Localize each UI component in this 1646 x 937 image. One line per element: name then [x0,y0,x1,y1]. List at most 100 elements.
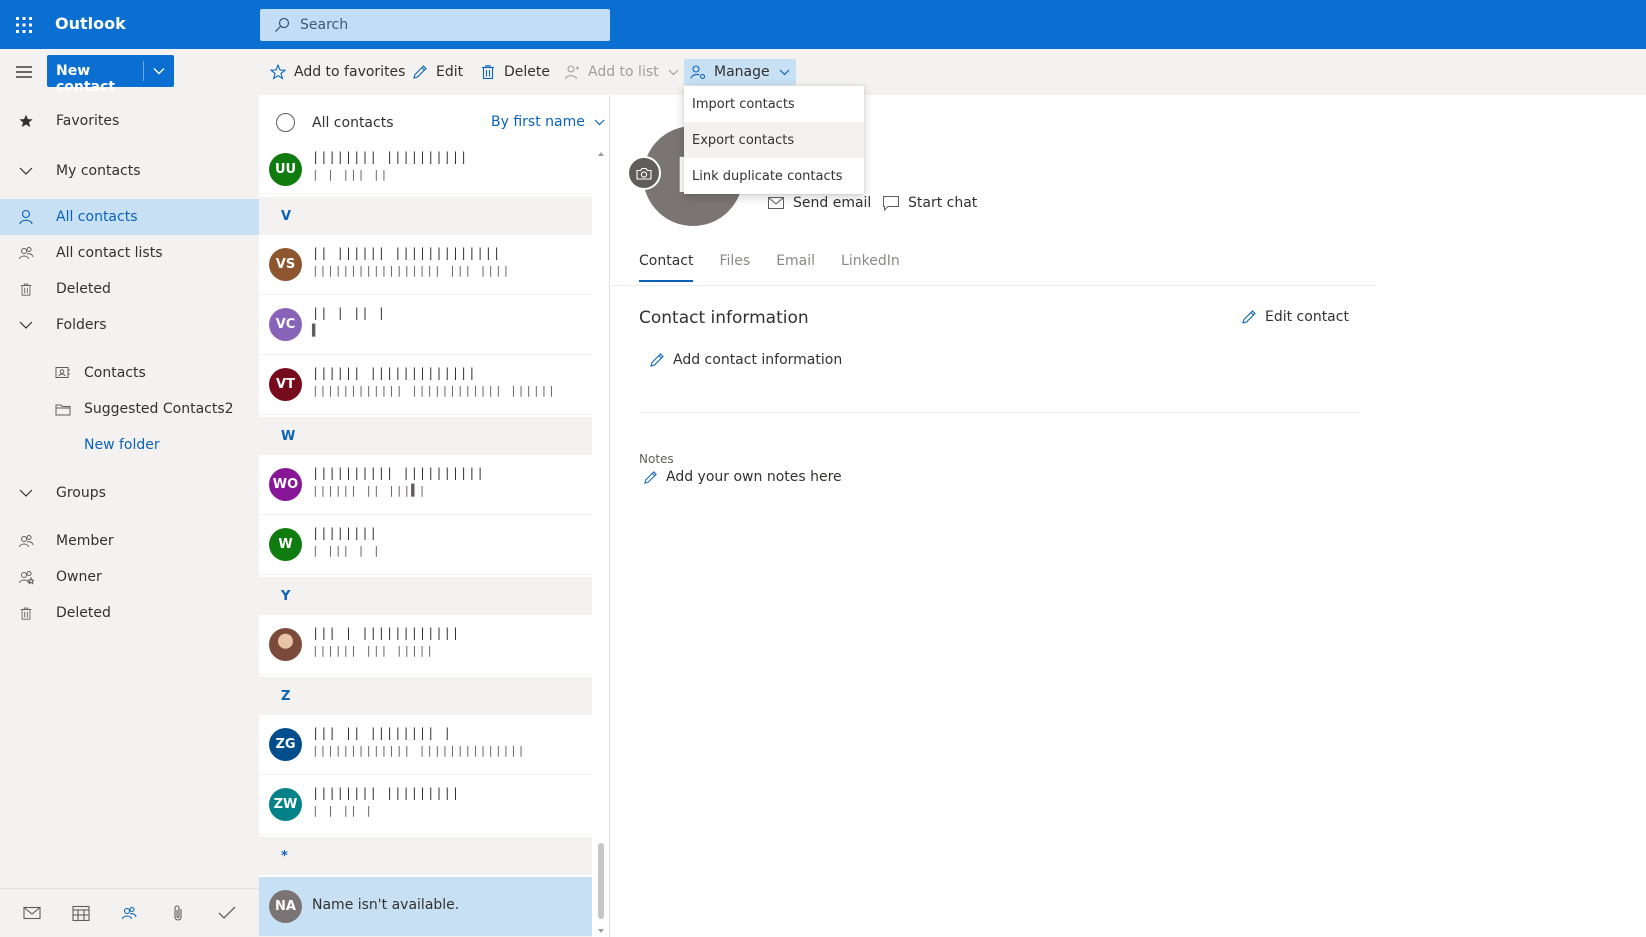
people-icon [17,532,35,550]
menu-item-import-contacts[interactable]: Import contacts [684,86,864,122]
add-notes-button[interactable]: Add your own notes here [643,469,842,485]
nav-all-contact-lists-label: All contact lists [56,245,163,261]
group-header-v: V [259,197,592,235]
tab-contact[interactable]: Contact [639,250,694,282]
contact-detail: ||||||||||||||||| ||| |||| [312,264,511,277]
add-contact-information-button[interactable]: Add contact information [649,352,842,368]
menu-item-export-contacts[interactable]: Export contacts [684,122,864,158]
edit-label: Edit [436,64,464,80]
todo-check-icon[interactable] [214,900,240,926]
contact-name: ||| || |||||||| | [312,726,452,740]
avatar: ZW [269,788,302,821]
contact-row[interactable]: ZG ||| || |||||||| | ||||||||||||| |||||… [259,715,592,775]
tab-divider [611,285,1376,286]
group-header-z: Z [259,677,592,715]
contact-list-scrollbar[interactable] [595,150,607,935]
add-contact-information-label: Add contact information [673,352,843,368]
contact-row[interactable]: ||| | |||||||||||| |||||| ||| ||||| [259,615,592,675]
contact-row[interactable]: VS || |||||| ||||||||||||| |||||||||||||… [259,235,592,295]
nav-favorites[interactable]: Favorites [0,103,259,139]
nav-folder-suggested-contacts2[interactable]: Suggested Contacts2 [0,391,259,427]
tab-files[interactable]: Files [719,250,750,282]
nav-group-deleted[interactable]: Deleted [0,595,259,631]
contact-name: || |||||| ||||||||||||| [312,246,502,260]
people-icon[interactable] [116,900,142,926]
contact-detail: ▌ [312,324,320,337]
send-email-button[interactable]: Send email [768,195,871,211]
contact-row-selected[interactable]: NA Name isn't available. [259,877,592,937]
chevron-down-icon [17,484,35,502]
calendar-icon[interactable] [68,900,94,926]
nav-folders[interactable]: Folders [0,307,259,343]
avatar: W [269,528,302,561]
contact-detail: ||||||||||||| |||||||||||||| [312,744,526,757]
contact-row[interactable]: WO |||||||||| |||||||||| |||||| || |||▌| [259,455,592,515]
nav-my-contacts-label: My contacts [56,163,141,179]
add-to-favorites-label: Add to favorites [294,64,406,80]
contact-row[interactable]: ZW |||||||| ||||||||| | | || | [259,775,592,835]
add-to-list-button[interactable]: Add to list [564,59,679,85]
contact-row[interactable]: W |||||||| | ||| | | [259,515,592,575]
nav-group-owner[interactable]: Owner [0,559,259,595]
start-chat-label: Start chat [908,195,978,211]
select-all-radio[interactable] [276,113,295,132]
contact-name: Name isn't available. [312,897,460,913]
chevron-down-icon [17,162,35,180]
search-box[interactable]: Search [260,9,610,41]
contact-row[interactable]: VT |||||| ||||||||||||| |||||||||||| |||… [259,355,592,415]
left-navigation: Favorites My contacts All contacts All c… [0,95,259,937]
trash-icon [17,280,35,298]
person-icon [17,208,35,226]
app-title[interactable]: Outlook [55,14,126,33]
tab-linkedin[interactable]: LinkedIn [841,250,900,282]
mail-icon[interactable] [19,900,45,926]
nav-folder-contacts[interactable]: Contacts [0,355,259,391]
contact-row[interactable]: UU |||||||| |||||||||| | | ||| || [259,148,592,194]
nav-groups[interactable]: Groups [0,475,259,511]
nav-all-contacts-label: All contacts [56,209,138,225]
sort-dropdown[interactable]: By first name [491,114,605,130]
nav-folders-label: Folders [56,317,107,333]
add-to-favorites-button[interactable]: Add to favorites [270,59,405,85]
delete-button[interactable]: Delete [480,59,550,85]
group-header-star: * [259,837,592,875]
chevron-down-icon [17,316,35,334]
avatar-initials: UU [274,162,297,177]
avatar: ZG [269,728,302,761]
mail-icon [768,197,784,209]
new-folder-link[interactable]: New folder [0,427,259,463]
tab-email[interactable]: Email [776,250,815,282]
nav-all-contact-lists[interactable]: All contact lists [0,235,259,271]
contact-detail: |||||| ||| ||||| [312,644,434,657]
avatar-initials: ZW [273,797,298,812]
avatar-initials: ZG [275,737,296,752]
avatar-initials: VT [276,377,295,392]
contact-row[interactable]: VC || | || | ▌ [259,295,592,355]
new-contact-dropdown-chevron-icon[interactable] [144,55,174,87]
contact-name: |||||| ||||||||||||| [312,366,477,380]
new-contact-label[interactable]: New contact [47,55,143,95]
manage-button[interactable]: Manage [684,59,796,85]
menu-item-link-duplicate-contacts[interactable]: Link duplicate contacts [684,158,864,194]
nav-all-contacts[interactable]: All contacts [0,199,259,235]
send-email-label: Send email [793,195,872,211]
contact-name: |||||||||| |||||||||| [312,466,485,480]
star-outline-icon [270,64,286,80]
nav-group-member[interactable]: Member [0,523,259,559]
app-launcher-icon[interactable] [9,10,39,40]
nav-group-owner-label: Owner [56,569,102,585]
nav-my-contacts[interactable]: My contacts [0,153,259,189]
nav-deleted[interactable]: Deleted [0,271,259,307]
add-to-list-chevron-icon [668,69,679,76]
edit-contact-button[interactable]: Edit contact [1241,309,1349,325]
edit-button[interactable]: Edit [412,59,463,85]
search-placeholder: Search [300,17,349,33]
attachment-icon[interactable] [165,900,191,926]
sort-label: By first name [491,114,585,130]
start-chat-button[interactable]: Start chat [883,195,977,211]
hamburger-menu-icon[interactable] [12,60,36,84]
new-folder-label: New folder [84,437,160,453]
avatar: NA [269,890,302,923]
camera-icon[interactable] [627,156,661,190]
scrollbar-thumb[interactable] [598,843,604,919]
